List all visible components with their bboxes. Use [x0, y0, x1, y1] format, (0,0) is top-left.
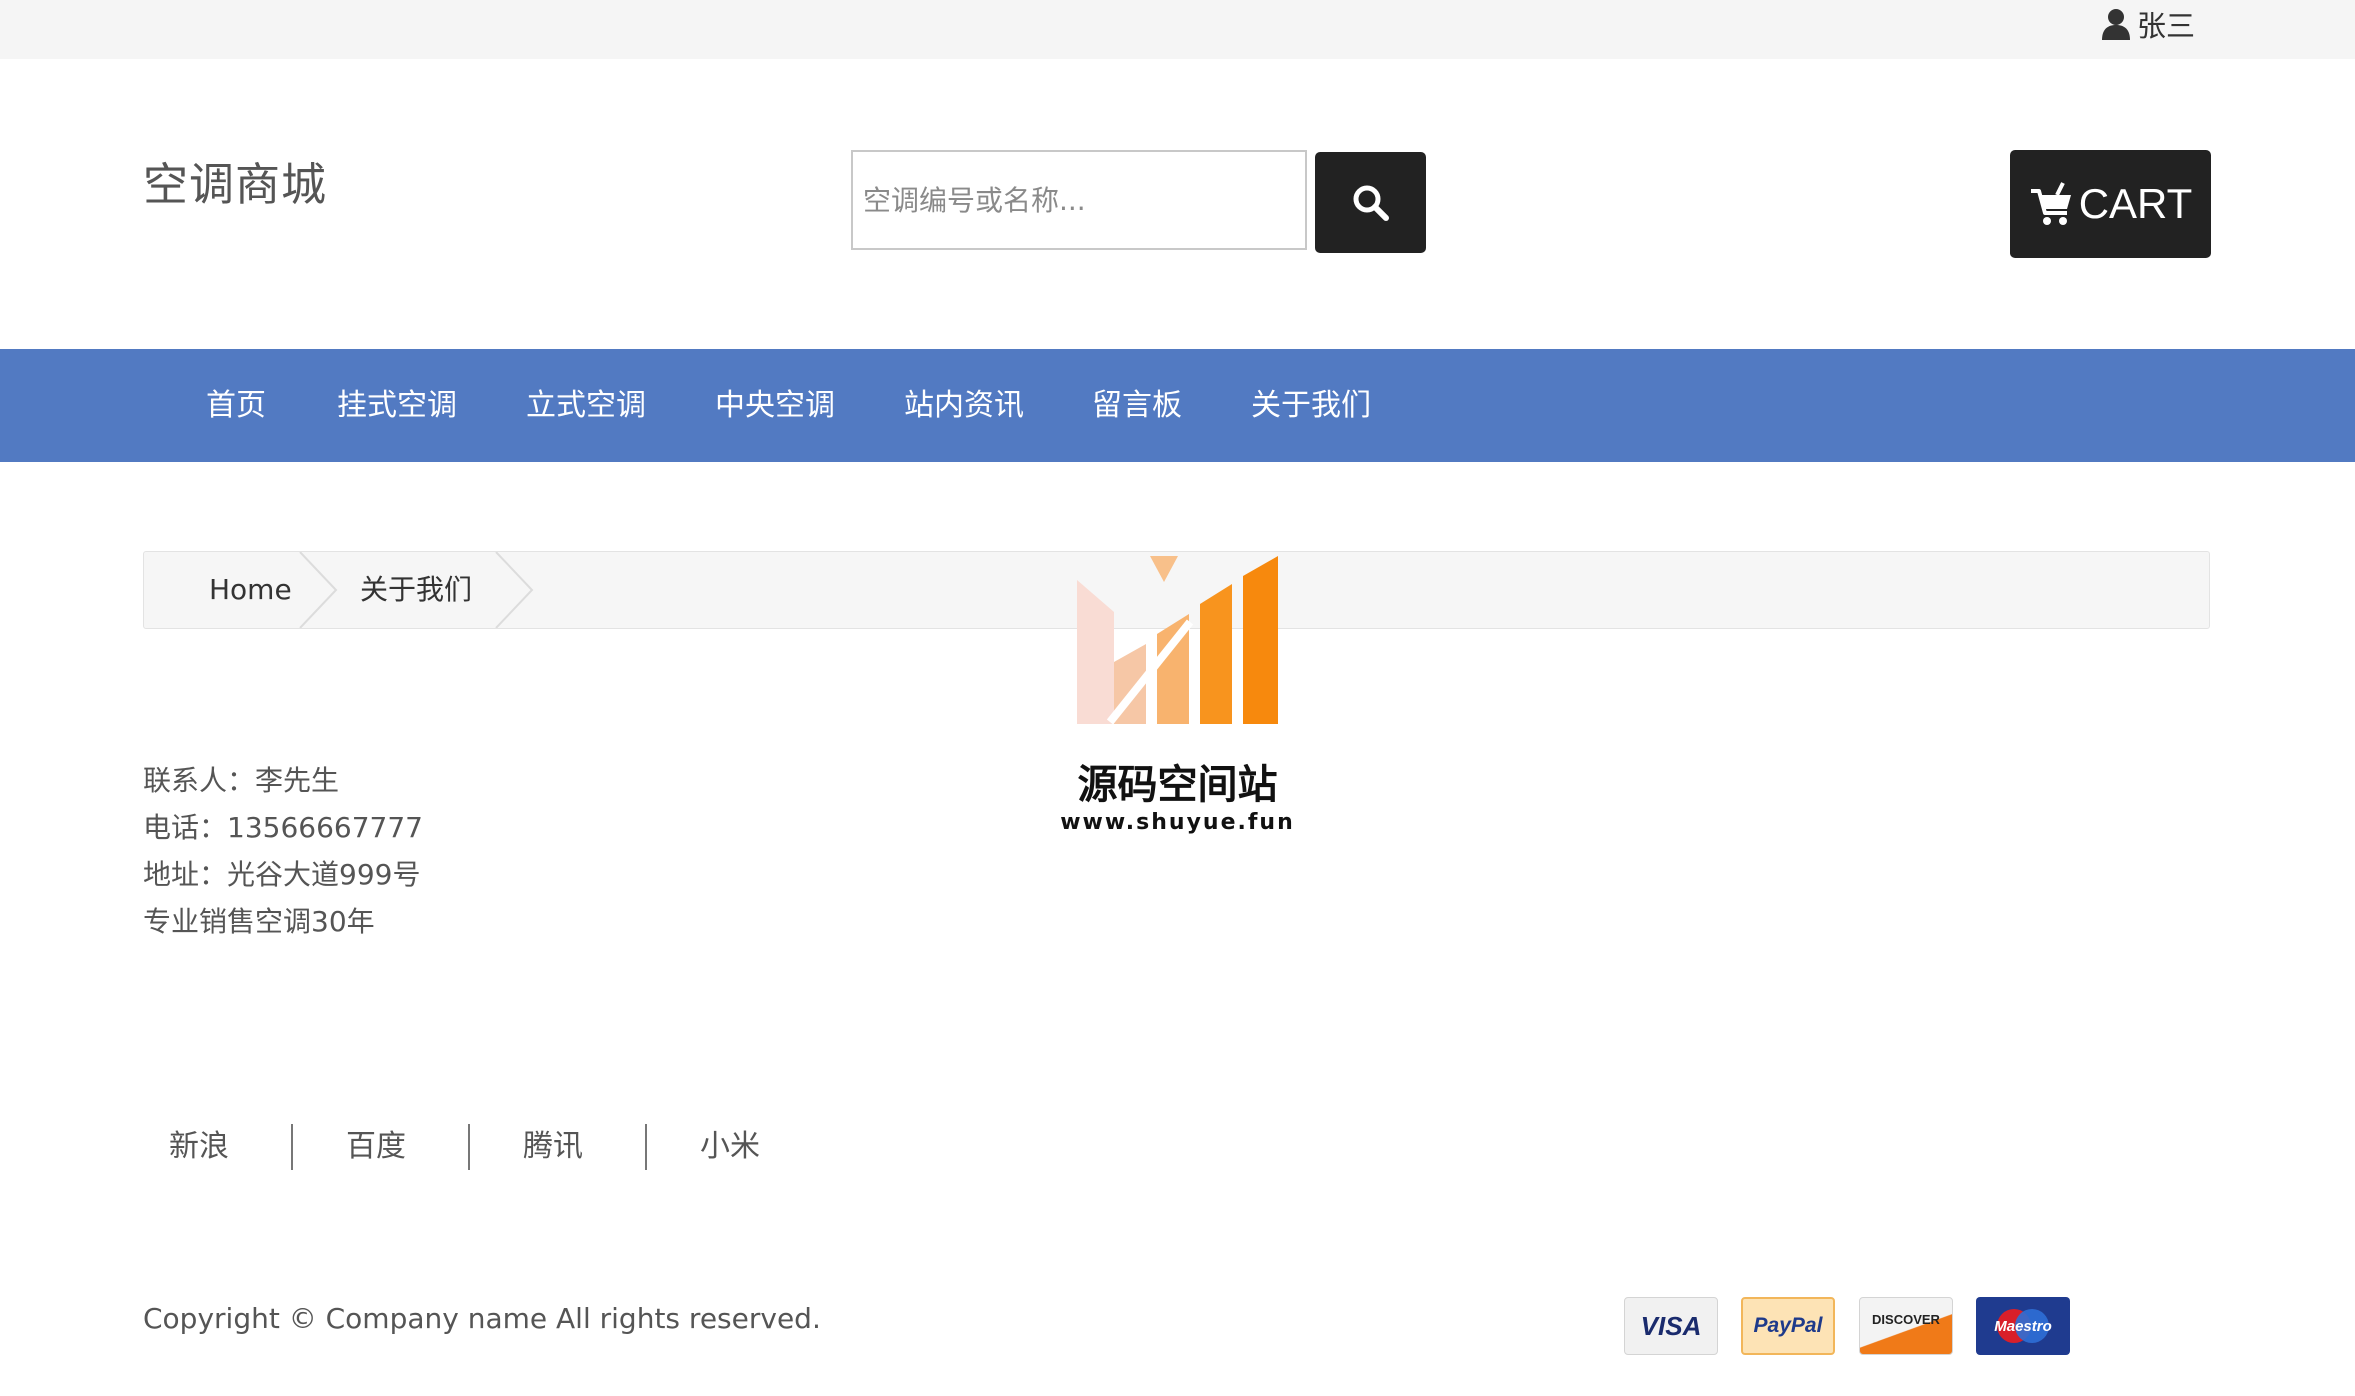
contact-slogan: 专业销售空调30年 — [143, 905, 375, 938]
user-account[interactable]: 张三 — [2101, 4, 2195, 44]
visa-icon: VISA — [1624, 1297, 1718, 1355]
footer-link-divider — [291, 1124, 293, 1170]
footer-link-divider — [645, 1124, 647, 1170]
cart-button[interactable]: CART — [2010, 150, 2211, 258]
cart-icon — [2030, 182, 2071, 225]
breadcrumb-separator-icon — [495, 552, 534, 628]
footer-link-xiaomi[interactable]: 小米 — [700, 1124, 760, 1170]
username: 张三 — [2136, 9, 2195, 43]
search-input[interactable] — [851, 150, 1307, 250]
nav-item-wall-ac[interactable]: 挂式空调 — [337, 349, 457, 462]
nav-item-central-ac[interactable]: 中央空调 — [715, 349, 835, 462]
footer-link-baidu[interactable]: 百度 — [346, 1124, 406, 1170]
nav-item-news[interactable]: 站内资讯 — [904, 349, 1024, 462]
user-icon — [2101, 9, 2130, 40]
nav-item-home[interactable]: 首页 — [206, 349, 266, 462]
nav-item-floor-ac[interactable]: 立式空调 — [526, 349, 646, 462]
nav-item-about[interactable]: 关于我们 — [1251, 349, 1371, 462]
maestro-icon: Maestro — [1976, 1297, 2070, 1355]
breadcrumb-separator-icon — [299, 552, 338, 628]
watermark-title: 源码空间站 — [1077, 762, 1278, 808]
nav-item-message-board[interactable]: 留言板 — [1092, 349, 1182, 462]
contact-person: 联系人：李先生 — [143, 764, 340, 797]
top-bar: 张三 — [0, 0, 2355, 59]
cart-label: CART — [2078, 180, 2193, 227]
watermark-logo-icon — [1077, 556, 1278, 725]
footer-link-divider — [468, 1124, 470, 1170]
main-nav: 首页 挂式空调 立式空调 中央空调 站内资讯 留言板 关于我们 — [0, 349, 2355, 462]
footer-link-sina[interactable]: 新浪 — [169, 1124, 229, 1170]
contact-phone: 电话：13566667777 — [143, 811, 423, 844]
breadcrumb-home[interactable]: Home — [209, 552, 292, 628]
search-icon — [1353, 185, 1389, 221]
watermark-url: www.shuyue.fun — [1060, 810, 1295, 835]
discover-icon: DISCOVER — [1859, 1297, 1953, 1355]
copyright-text: Copyright © Company name All rights rese… — [143, 1302, 821, 1335]
footer-link-tencent[interactable]: 腾讯 — [523, 1124, 583, 1170]
site-logo[interactable]: 空调商城 — [143, 148, 327, 213]
breadcrumb-current: 关于我们 — [360, 573, 473, 606]
paypal-icon: PayPal — [1741, 1297, 1835, 1355]
search-button[interactable] — [1315, 152, 1426, 253]
contact-address: 地址：光谷大道999号 — [143, 858, 421, 891]
